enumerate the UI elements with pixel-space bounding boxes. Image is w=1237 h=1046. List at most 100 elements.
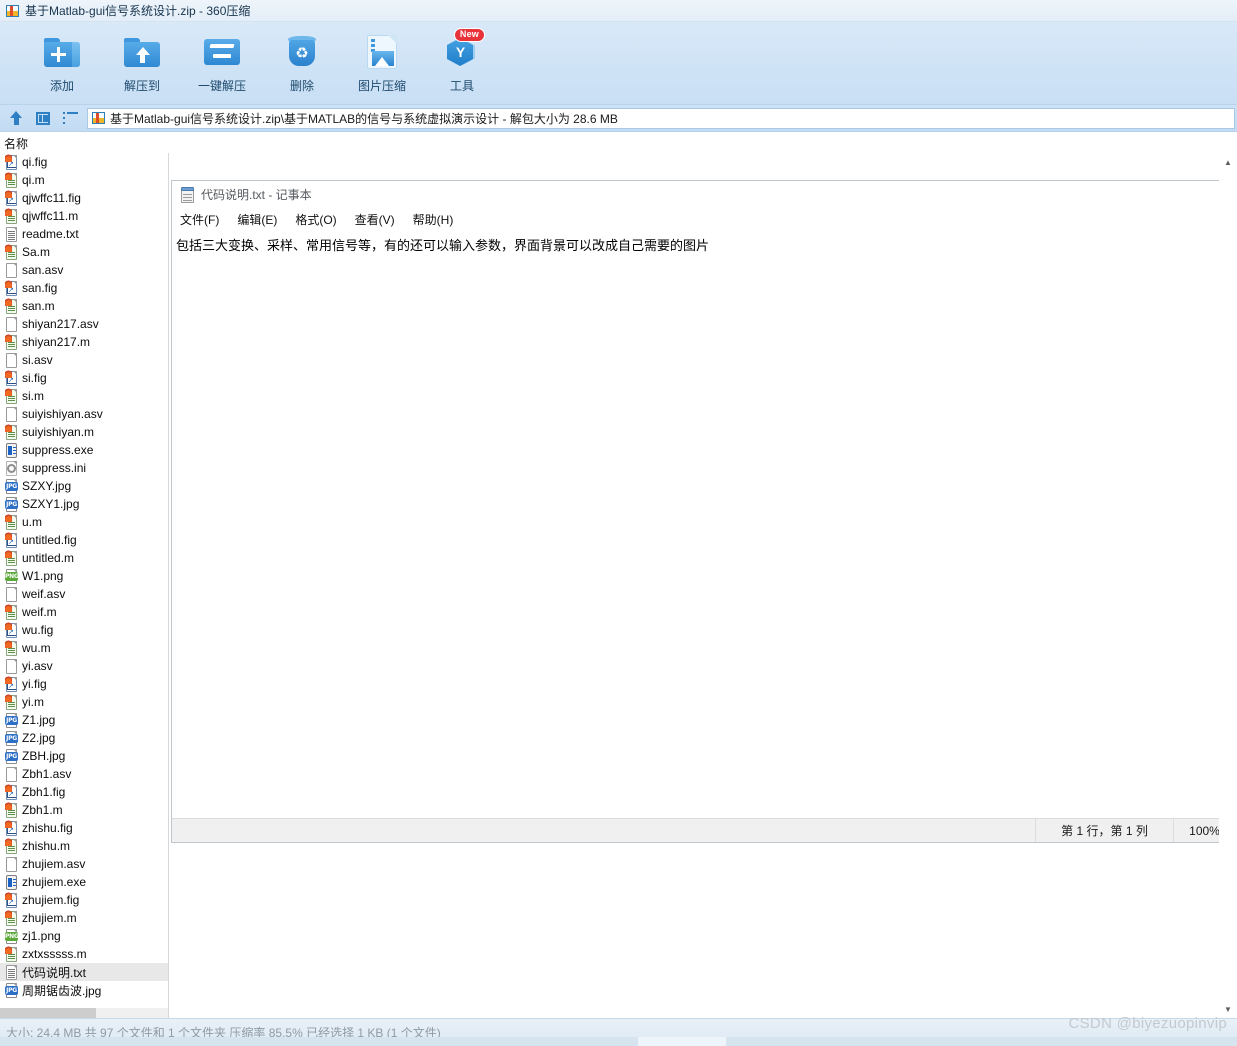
add-button-label: 添加	[49, 79, 74, 93]
image-compress-label: 图片压缩	[357, 79, 406, 93]
matlab-figure-icon: ↗	[5, 153, 18, 170]
list-item[interactable]: ↗ yi.fig	[0, 675, 168, 693]
menu-edit[interactable]: 编辑(E)	[237, 211, 277, 228]
application-icon	[5, 874, 18, 890]
list-item[interactable]: ↗ zhujiem.fig	[0, 891, 168, 909]
new-badge: New	[453, 28, 485, 42]
menu-help[interactable]: 帮助(H)	[413, 211, 454, 228]
window-bottom-scroll-track[interactable]	[0, 1037, 1237, 1046]
list-item[interactable]: PNG W1.png	[0, 567, 168, 585]
matlab-figure-icon: ↗	[5, 531, 18, 548]
list-item[interactable]: suppress.exe	[0, 441, 168, 459]
tools-button-label: 工具	[449, 79, 474, 93]
list-item[interactable]: weif.m	[0, 603, 168, 621]
address-path-field[interactable]: 基于Matlab-gui信号系统设计.zip\基于MATLAB的信号与系统虚拟演…	[87, 107, 1235, 129]
list-item[interactable]: qjwffc11.m	[0, 207, 168, 225]
jpg-image-icon: JPG	[5, 748, 18, 764]
list-item[interactable]: JPG Z2.jpg	[0, 729, 168, 747]
list-item[interactable]: ↗ san.fig	[0, 279, 168, 297]
list-item[interactable]: JPG 周期锯齿波.jpg	[0, 981, 168, 999]
generic-file-icon	[5, 262, 18, 278]
png-image-icon: PNG	[5, 928, 19, 944]
scrollbar-thumb[interactable]	[638, 1037, 726, 1046]
menu-format[interactable]: 格式(O)	[295, 211, 336, 228]
list-item[interactable]: ↗ si.fig	[0, 369, 168, 387]
detail-pane-vertical-scrollbar[interactable]: ▲ ▼	[1219, 153, 1237, 1018]
file-list-horizontal-scrollbar[interactable]	[0, 1008, 168, 1018]
list-item[interactable]: u.m	[0, 513, 168, 531]
notepad-icon	[180, 186, 195, 203]
folder-plus-icon	[40, 30, 84, 74]
list-item[interactable]: shiyan217.m	[0, 333, 168, 351]
list-item[interactable]: yi.asv	[0, 657, 168, 675]
list-item[interactable]: readme.txt	[0, 225, 168, 243]
scrollbar-thumb[interactable]	[0, 1008, 96, 1018]
list-item[interactable]: shiyan217.asv	[0, 315, 168, 333]
add-button[interactable]: 添加	[22, 30, 102, 94]
list-item[interactable]: ↗ Zbh1.fig	[0, 783, 168, 801]
file-name: Z2.jpg	[22, 731, 56, 745]
list-item[interactable]: suppress.ini	[0, 459, 168, 477]
list-item[interactable]: JPG ZBH.jpg	[0, 747, 168, 765]
list-item[interactable]: wu.m	[0, 639, 168, 657]
list-item[interactable]: suiyishiyan.m	[0, 423, 168, 441]
file-name: 代码说明.txt	[22, 965, 87, 980]
list-item[interactable]: zhujiem.asv	[0, 855, 168, 873]
list-item[interactable]: ↗ qi.fig	[0, 153, 168, 171]
list-item[interactable]: JPG SZXY.jpg	[0, 477, 168, 495]
up-arrow-icon[interactable]	[5, 108, 27, 129]
status-spacer	[172, 819, 1035, 842]
list-item[interactable]: Zbh1.m	[0, 801, 168, 819]
image-compress-button[interactable]: 图片压缩	[342, 30, 422, 94]
list-item[interactable]: weif.asv	[0, 585, 168, 603]
scroll-up-arrow-icon[interactable]: ▲	[1219, 153, 1237, 171]
tools-button[interactable]: Y New 工具	[422, 28, 502, 94]
file-name: qi.fig	[22, 155, 48, 169]
jpg-image-icon: JPG	[5, 478, 18, 494]
column-header-name[interactable]: 名称	[0, 133, 1237, 153]
preview-panel-icon[interactable]	[32, 108, 54, 129]
matlab-figure-icon: ↗	[5, 621, 18, 638]
list-item[interactable]: 代码说明.txt	[0, 963, 168, 981]
list-item[interactable]: JPG SZXY1.jpg	[0, 495, 168, 513]
list-item[interactable]: san.m	[0, 297, 168, 315]
file-name: zhujiem.exe	[22, 875, 87, 889]
menu-view[interactable]: 查看(V)	[355, 211, 395, 228]
delete-button[interactable]: ♻ 删除	[262, 30, 342, 94]
file-name: Zbh1.asv	[22, 767, 72, 781]
file-list[interactable]: ↗ qi.fig qi.m ↗ qjwffc11.fig qjwffc11.m readme…	[0, 153, 168, 1008]
one-click-extract-label: 一键解压	[197, 79, 246, 93]
list-item[interactable]: qi.m	[0, 171, 168, 189]
list-item[interactable]: zhujiem.m	[0, 909, 168, 927]
list-item[interactable]: yi.m	[0, 693, 168, 711]
list-item[interactable]: si.m	[0, 387, 168, 405]
matlab-script-icon	[5, 693, 18, 710]
list-item[interactable]: suiyishiyan.asv	[0, 405, 168, 423]
list-item[interactable]: zhishu.m	[0, 837, 168, 855]
list-item[interactable]: Sa.m	[0, 243, 168, 261]
main-toolbar: 添加 解压到 一键解压 ♻ 删除 图片压缩 Y New 工具	[0, 22, 1237, 105]
list-item[interactable]: JPG Z1.jpg	[0, 711, 168, 729]
matlab-script-icon	[5, 801, 18, 818]
list-item[interactable]: ↗ untitled.fig	[0, 531, 168, 549]
list-item[interactable]: ↗ zhishu.fig	[0, 819, 168, 837]
matlab-script-icon	[5, 549, 18, 566]
list-item[interactable]: PNG zj1.png	[0, 927, 168, 945]
one-click-extract-button[interactable]: 一键解压	[182, 30, 262, 94]
list-item[interactable]: untitled.m	[0, 549, 168, 567]
matlab-figure-icon: ↗	[5, 891, 18, 908]
list-item[interactable]: zxtxsssss.m	[0, 945, 168, 963]
extract-to-button[interactable]: 解压到	[102, 30, 182, 94]
list-item[interactable]: san.asv	[0, 261, 168, 279]
notepad-text-area[interactable]: 包括三大变换、采样、常用信号等，有的还可以输入参数，界面背景可以改成自己需要的图…	[172, 230, 1236, 818]
list-item[interactable]: ↗ wu.fig	[0, 621, 168, 639]
list-item[interactable]: Zbh1.asv	[0, 765, 168, 783]
menu-file[interactable]: 文件(F)	[180, 211, 219, 228]
list-item[interactable]: si.asv	[0, 351, 168, 369]
notepad-menubar: 文件(F) 编辑(E) 格式(O) 查看(V) 帮助(H)	[172, 208, 1236, 230]
list-view-icon[interactable]	[59, 108, 81, 129]
config-gear-icon	[5, 460, 18, 476]
file-name: qjwffc11.fig	[22, 191, 81, 205]
list-item[interactable]: ↗ qjwffc11.fig	[0, 189, 168, 207]
list-item[interactable]: zhujiem.exe	[0, 873, 168, 891]
